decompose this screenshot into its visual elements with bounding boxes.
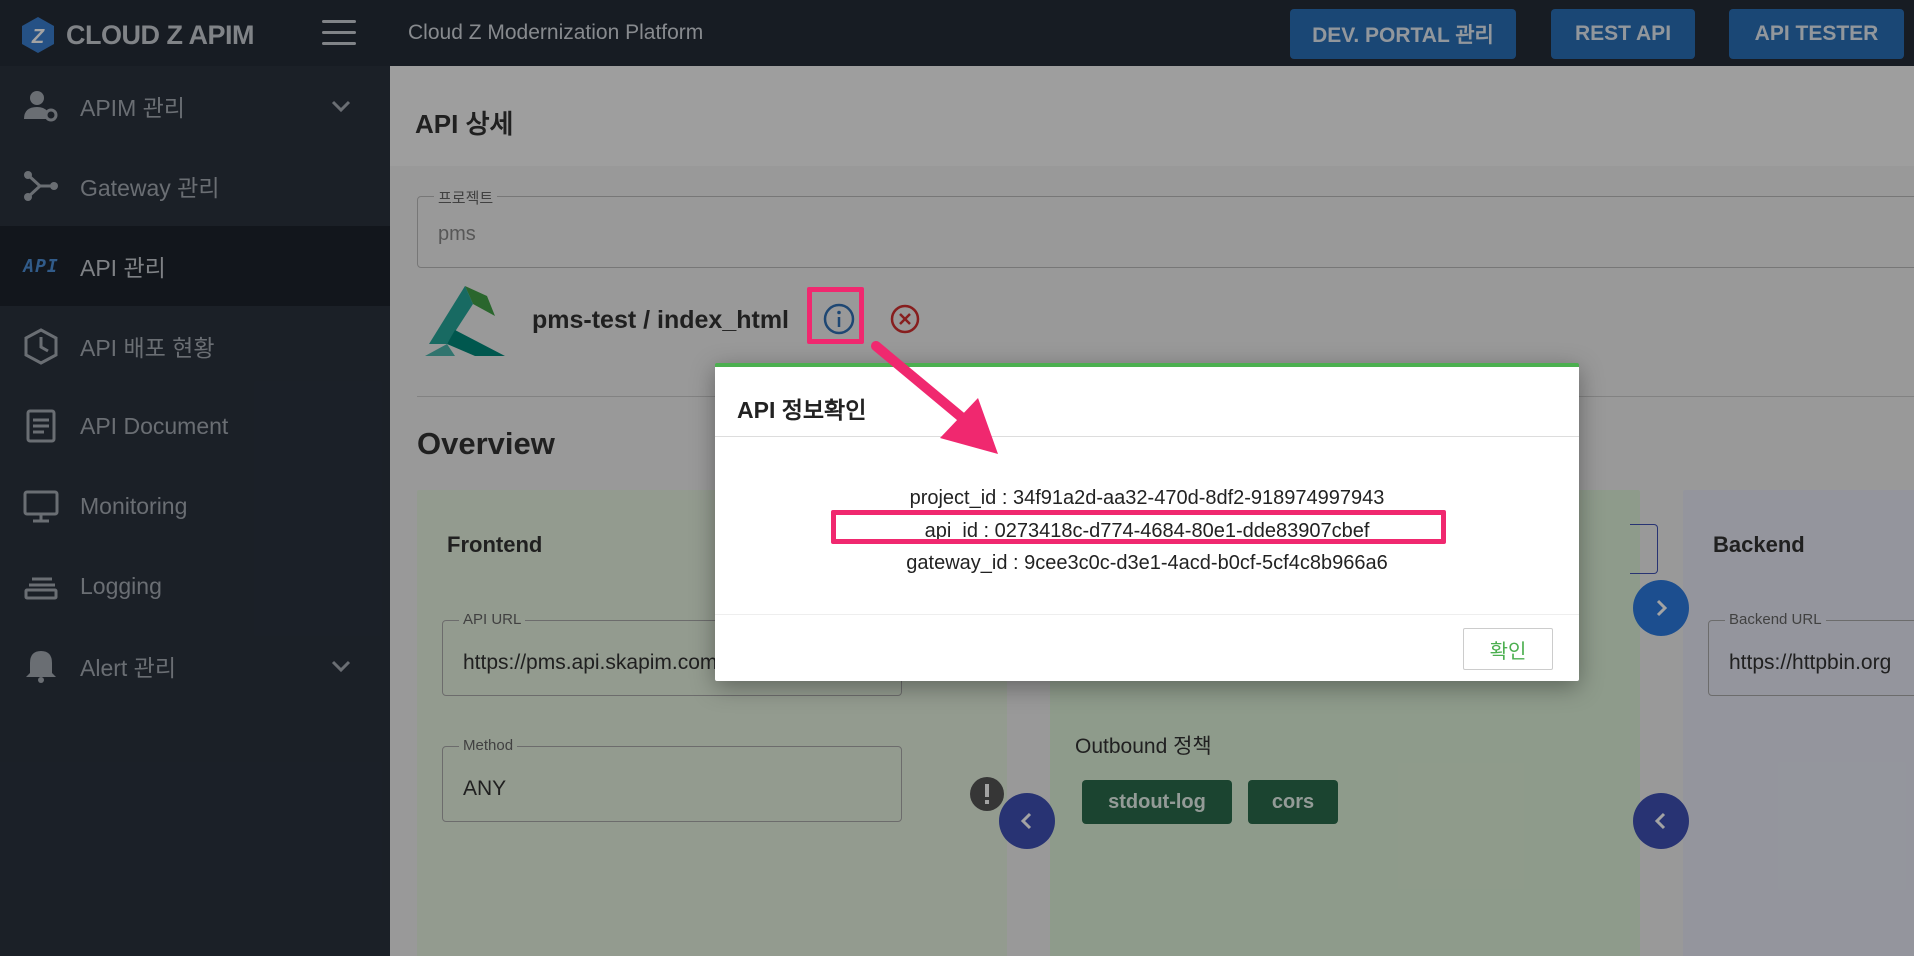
highlight-api-id: [831, 510, 1446, 544]
gateway-id-text: gateway_id : 9cee3c0c-d3e1-4acd-b0cf-5cf…: [906, 552, 1388, 574]
modal-footer-divider: [715, 614, 1579, 615]
confirm-button[interactable]: 확인: [1463, 628, 1553, 670]
modal-title: API 정보확인: [737, 397, 867, 423]
highlight-info-icon: [807, 287, 864, 344]
project-id-text: project_id : 34f91a2d-aa32-470d-8df2-918…: [909, 487, 1385, 509]
annotation-arrow-icon: [871, 341, 998, 454]
modal-divider: [715, 436, 1579, 437]
